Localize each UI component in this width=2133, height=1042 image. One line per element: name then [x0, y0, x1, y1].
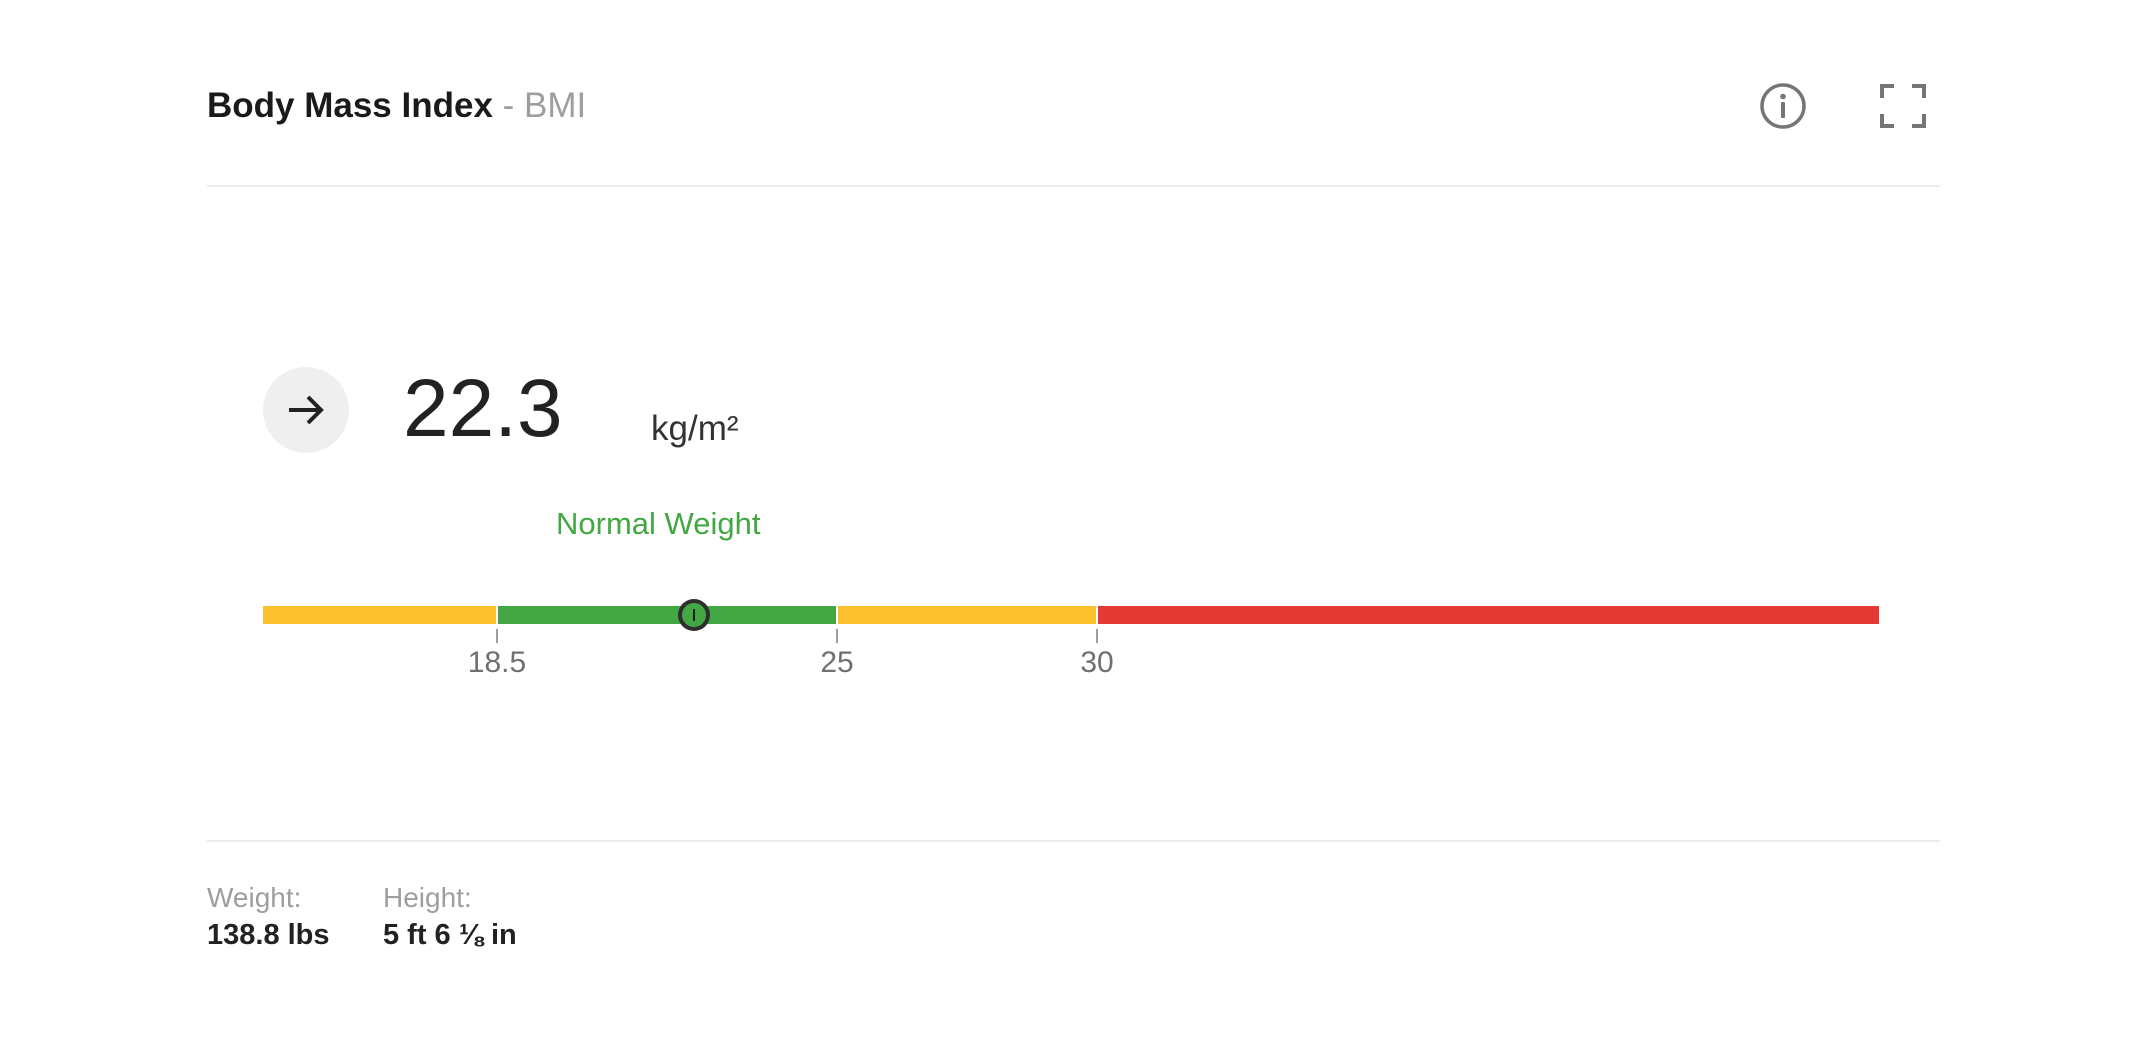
info-button[interactable] [1753, 76, 1813, 136]
weight-stat: Weight: 138.8 lbs [207, 880, 330, 954]
bmi-reading: 22.3 kg/m² [263, 363, 1163, 455]
scale-segment-normal [497, 606, 837, 624]
scale-segment-overweight [837, 606, 1097, 624]
footer-divider [207, 840, 1940, 842]
arrow-right-icon [289, 395, 324, 425]
fullscreen-icon [1880, 84, 1926, 128]
fullscreen-button[interactable] [1873, 76, 1933, 136]
bmi-category-label: Normal Weight [556, 506, 761, 541]
bmi-scale-bar [263, 599, 1879, 643]
tick-label: 25 [820, 646, 854, 679]
height-value: 5 ft 6 ⅛ in [383, 919, 517, 951]
tick-label: 30 [1080, 646, 1114, 679]
card-header: Body Mass Index - BMI [207, 40, 1940, 187]
height-stat: Height: 5 ft 6 ⅛ in [383, 880, 517, 954]
bmi-card: Body Mass Index - BMI 22.3 kg/m² Normal … [207, 40, 1940, 980]
trend-indicator [263, 367, 349, 453]
bmi-scale: 18.5 25 30 [263, 557, 1879, 679]
bmi-value: 22.3 [403, 363, 563, 454]
card-title: Body Mass Index - BMI [207, 84, 586, 128]
bmi-unit: kg/m² [651, 409, 739, 448]
title-subtitle: - BMI [502, 86, 587, 125]
scale-segment-obese [1097, 606, 1879, 624]
scale-segment-underweight [263, 606, 497, 624]
weight-label: Weight: [207, 882, 302, 913]
tick-label: 18.5 [467, 646, 527, 679]
info-icon [1760, 83, 1806, 129]
weight-value: 138.8 lbs [207, 919, 330, 951]
title-main: Body Mass Index [207, 86, 493, 125]
bmi-marker [678, 599, 710, 631]
height-label: Height: [383, 882, 472, 913]
